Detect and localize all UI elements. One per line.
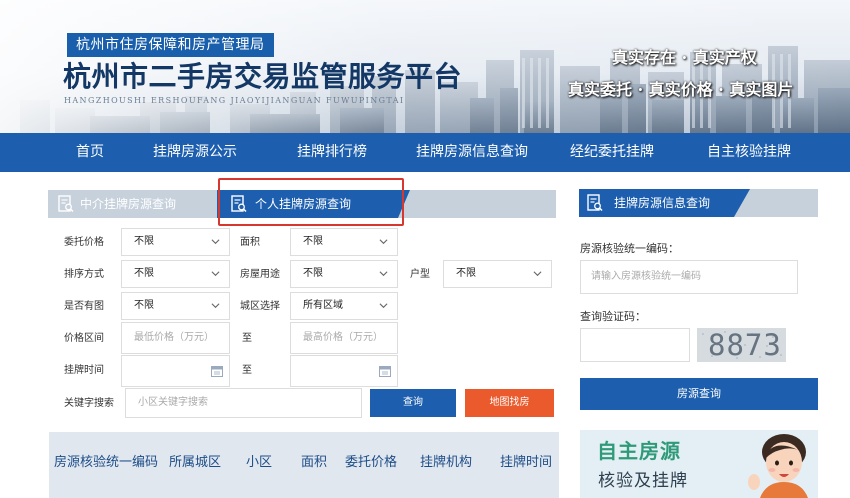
info-query-panel-title-bar: 挂牌房源信息查询 (579, 189, 818, 217)
nav-item-self-verify-listing[interactable]: 自主核验挂牌 (707, 133, 791, 172)
label-price-range: 价格区间 (64, 333, 104, 344)
chevron-down-icon (211, 239, 220, 245)
calendar-icon[interactable] (379, 365, 391, 377)
main-nav: 首页 挂牌房源公示 挂牌排行榜 挂牌房源信息查询 经纪委托挂牌 自主核验挂牌 (0, 133, 850, 172)
slogan-line-2: 真实委托 · 真实价格 · 真实图片 (568, 80, 794, 99)
tab-agency-listing-query[interactable]: 中介挂牌房源查询 (48, 190, 216, 218)
chevron-down-icon (211, 303, 220, 309)
select-usage[interactable]: 不限 (290, 260, 398, 288)
info-query-panel-title: 挂牌房源信息查询 (614, 196, 711, 210)
label-captcha: 查询验证码： (580, 310, 646, 323)
platform-title: 杭州市二手房交易监管服务平台 (63, 60, 463, 93)
nav-item-agent-listing[interactable]: 经纪委托挂牌 (570, 133, 654, 172)
query-tab-bar: 中介挂牌房源查询 个人挂牌房源查询 (48, 190, 556, 218)
promo-title: 自主房源 (597, 439, 681, 463)
query-button[interactable]: 查询 (370, 389, 456, 417)
nav-item-listing-ranking[interactable]: 挂牌排行榜 (297, 133, 367, 172)
select-sort[interactable]: 不限 (121, 260, 230, 288)
column-header-district[interactable]: 所属城区 (169, 454, 221, 472)
list-time-end-input[interactable] (290, 355, 398, 387)
max-price-placeholder: 最高价格（万元） (303, 332, 383, 343)
results-table-header: 房源核验统一编码 所属城区 小区 面积 委托价格 挂牌机构 挂牌时间 (49, 432, 559, 498)
label-price-to: 至 (242, 333, 252, 344)
verify-code-placeholder: 请输入房源核验统一编码 (591, 271, 701, 282)
column-header-price[interactable]: 委托价格 (345, 454, 397, 472)
select-district-value: 所有区域 (303, 300, 343, 311)
verify-code-input[interactable]: 请输入房源核验统一编码 (580, 260, 798, 294)
search-document-icon (58, 195, 74, 213)
search-document-icon (231, 195, 247, 213)
tab-personal-listing-query[interactable]: 个人挂牌房源查询 (217, 190, 410, 218)
select-usage-value: 不限 (303, 268, 323, 279)
list-time-start-input[interactable] (121, 355, 230, 387)
keyword-placeholder: 小区关键字搜索 (138, 397, 208, 408)
label-area: 面积 (240, 237, 260, 248)
label-time-to: 至 (242, 365, 252, 376)
column-header-area[interactable]: 面积 (301, 454, 327, 472)
label-price: 委托价格 (64, 237, 104, 248)
calendar-icon[interactable] (211, 365, 223, 377)
chevron-down-icon (211, 271, 220, 277)
column-header-community[interactable]: 小区 (246, 454, 272, 472)
chevron-down-icon (379, 239, 388, 245)
nav-item-home[interactable]: 首页 (76, 133, 104, 172)
select-price-value: 不限 (134, 236, 154, 247)
search-document-icon (587, 194, 603, 212)
max-price-input[interactable]: 最高价格（万元） (290, 322, 398, 354)
bureau-name-badge: 杭州市住房保障和房产管理局 (67, 33, 274, 57)
header-banner: 杭州市住房保障和房产管理局 杭州市二手房交易监管服务平台 HANGZHOUSHI… (0, 0, 850, 133)
select-price[interactable]: 不限 (121, 228, 230, 256)
label-keyword: 关键字搜索 (64, 398, 114, 409)
label-sort: 排序方式 (64, 269, 104, 280)
promo-subtitle: 核验及挂牌 (598, 471, 688, 491)
column-header-verify-code[interactable]: 房源核验统一编码 (54, 454, 158, 472)
min-price-placeholder: 最低价格（万元） (134, 332, 214, 343)
keyword-input[interactable]: 小区关键字搜索 (125, 388, 362, 418)
select-has-photo-value: 不限 (134, 300, 154, 311)
captcha-image[interactable]: 8873 (697, 328, 786, 362)
select-layout[interactable]: 不限 (443, 260, 552, 288)
map-search-button[interactable]: 地图找房 (465, 389, 554, 417)
self-verify-promo-banner[interactable]: 自主房源 核验及挂牌 (580, 430, 818, 498)
min-price-input[interactable]: 最低价格（万元） (121, 322, 230, 354)
chevron-down-icon (379, 303, 388, 309)
chevron-down-icon (379, 271, 388, 277)
label-list-time: 挂牌时间 (64, 365, 104, 376)
select-area[interactable]: 不限 (290, 228, 398, 256)
select-layout-value: 不限 (456, 268, 476, 279)
select-sort-value: 不限 (134, 268, 154, 279)
select-has-photo[interactable]: 不限 (121, 292, 230, 320)
select-area-value: 不限 (303, 236, 323, 247)
tab-personal-label: 个人挂牌房源查询 (255, 197, 352, 211)
label-layout: 户型 (410, 269, 430, 280)
captcha-text: 8873 (708, 328, 782, 362)
nav-item-listing-publicity[interactable]: 挂牌房源公示 (153, 133, 237, 172)
house-query-button[interactable]: 房源查询 (580, 378, 818, 410)
label-district: 城区选择 (240, 301, 280, 312)
column-header-list-time[interactable]: 挂牌时间 (500, 454, 552, 472)
label-usage: 房屋用途 (240, 269, 280, 280)
label-has-photo: 是否有图 (64, 301, 104, 312)
app-root: 杭州市住房保障和房产管理局 杭州市二手房交易监管服务平台 HANGZHOUSHI… (0, 0, 850, 498)
person-illustration-icon (748, 434, 808, 498)
tab-agency-label: 中介挂牌房源查询 (80, 197, 177, 211)
select-district[interactable]: 所有区域 (290, 292, 398, 320)
platform-pinyin: HANGZHOUSHI ERSHOUFANG JIAOYIJIANGUAN FU… (64, 96, 405, 105)
label-verify-code: 房源核验统一编码： (580, 242, 679, 255)
chevron-down-icon (533, 271, 542, 277)
nav-item-listing-info-query[interactable]: 挂牌房源信息查询 (416, 133, 528, 172)
column-header-agency[interactable]: 挂牌机构 (420, 454, 472, 472)
slogan-line-1: 真实存在 · 真实产权 (612, 48, 757, 67)
captcha-input[interactable] (580, 328, 690, 362)
